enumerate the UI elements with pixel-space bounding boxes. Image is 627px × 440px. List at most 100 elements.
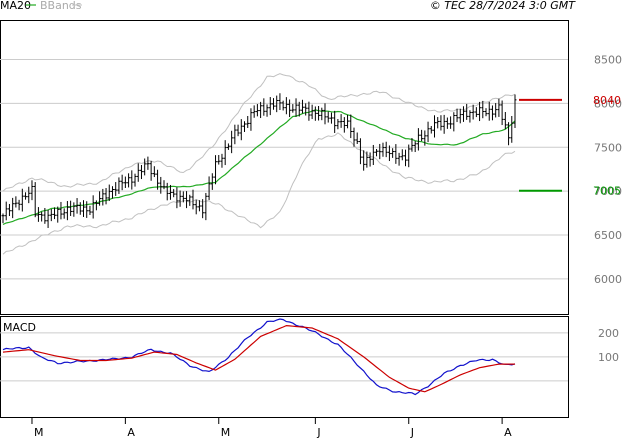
price-bar [230, 130, 234, 154]
price-bar [255, 104, 259, 117]
price-bar [36, 207, 40, 222]
price-bar [336, 118, 340, 130]
price-bar [72, 202, 76, 217]
price-bar [313, 106, 317, 121]
price-bar [65, 201, 69, 221]
price-bar [349, 114, 353, 139]
price-bar [223, 140, 227, 166]
price-bar [445, 117, 449, 129]
price-bar [53, 207, 57, 220]
price-bar [513, 94, 517, 128]
price-bars [1, 93, 517, 228]
price-bar [27, 186, 31, 204]
price-bar [358, 138, 362, 165]
time-tick-label: J [316, 426, 320, 439]
price-bar [152, 166, 156, 178]
price-bar [149, 160, 153, 181]
price-bar [487, 101, 491, 121]
price-bar [139, 164, 143, 180]
time-tick-label: A [127, 426, 135, 439]
price-bar [474, 107, 478, 118]
price-bar [426, 121, 430, 143]
price-bar [236, 124, 240, 137]
price-bar [288, 99, 292, 118]
price-bar [78, 202, 82, 215]
price-bar [49, 209, 53, 222]
price-bar [442, 114, 446, 134]
price-bar [461, 106, 465, 122]
price-bar [346, 114, 350, 129]
price-bar [407, 144, 411, 168]
price-bar [136, 163, 140, 182]
price-bar [397, 152, 401, 166]
price-tick-label: 8500 [594, 53, 622, 66]
price-bar [98, 191, 102, 206]
price-bar [478, 101, 482, 122]
macd-grid [0, 332, 568, 382]
price-bar [268, 97, 272, 116]
macd-tick-label: 200 [598, 327, 619, 340]
price-bar [307, 101, 311, 121]
price-bar [82, 200, 86, 217]
price-bar [24, 192, 28, 200]
price-bar [185, 191, 189, 209]
price-bar [436, 117, 440, 129]
price-bar [323, 103, 327, 125]
macd-tick-label: 100 [598, 351, 619, 364]
price-axis: 850080007500700065006000 [594, 53, 622, 285]
price-bar [214, 155, 218, 185]
price-bar [56, 206, 60, 223]
price-bar [381, 142, 385, 157]
price-bar [278, 93, 282, 111]
price-bar [265, 104, 269, 117]
legend-bbands: BBands [40, 0, 82, 12]
price-bar [294, 98, 298, 117]
price-bar [326, 111, 330, 123]
price-bar [143, 158, 147, 176]
price-bar [204, 192, 208, 221]
price-bar [271, 98, 275, 110]
time-tick-label: J [410, 426, 414, 439]
price-bar [104, 188, 108, 205]
price-bar [400, 149, 404, 161]
price-bar [387, 145, 391, 162]
price-bar [284, 97, 288, 115]
price-bar [110, 186, 114, 199]
price-bar [207, 176, 211, 200]
price-bar [246, 115, 250, 128]
price-bar [259, 101, 263, 119]
support-label: 7005 [593, 185, 621, 198]
price-bar [333, 110, 337, 133]
price-bar [439, 115, 443, 131]
price-bar [362, 150, 366, 171]
price-bar [420, 129, 424, 142]
price-bar [178, 190, 182, 207]
bband-lower-line [2, 132, 516, 255]
price-bar [4, 201, 8, 221]
price-bar [127, 173, 131, 188]
price-bar [243, 121, 247, 132]
price-bar [494, 103, 498, 118]
price-bar [355, 132, 359, 145]
stock-chart: 850080007500700065006000 8040 7005 MA20 B… [0, 0, 622, 439]
price-bar [262, 98, 266, 116]
resistance-label: 8040 [593, 94, 621, 107]
price-bar [191, 189, 195, 210]
price-bar [20, 188, 24, 212]
price-bar [317, 105, 321, 121]
price-bar [378, 143, 382, 160]
price-bar [14, 196, 18, 208]
price-bar [300, 99, 304, 114]
price-bar [59, 201, 63, 220]
price-bar [458, 108, 462, 124]
price-bar [404, 149, 408, 167]
macd-panel: MACD 200 100 [0, 316, 619, 418]
legend-ma20: MA20 [0, 0, 31, 12]
price-bar [468, 110, 472, 123]
price-bar [510, 115, 514, 143]
price-tick-label: 6500 [594, 229, 622, 242]
price-bar [432, 115, 436, 138]
price-bar [175, 187, 179, 209]
price-bar [17, 199, 21, 211]
price-bar [194, 199, 198, 215]
